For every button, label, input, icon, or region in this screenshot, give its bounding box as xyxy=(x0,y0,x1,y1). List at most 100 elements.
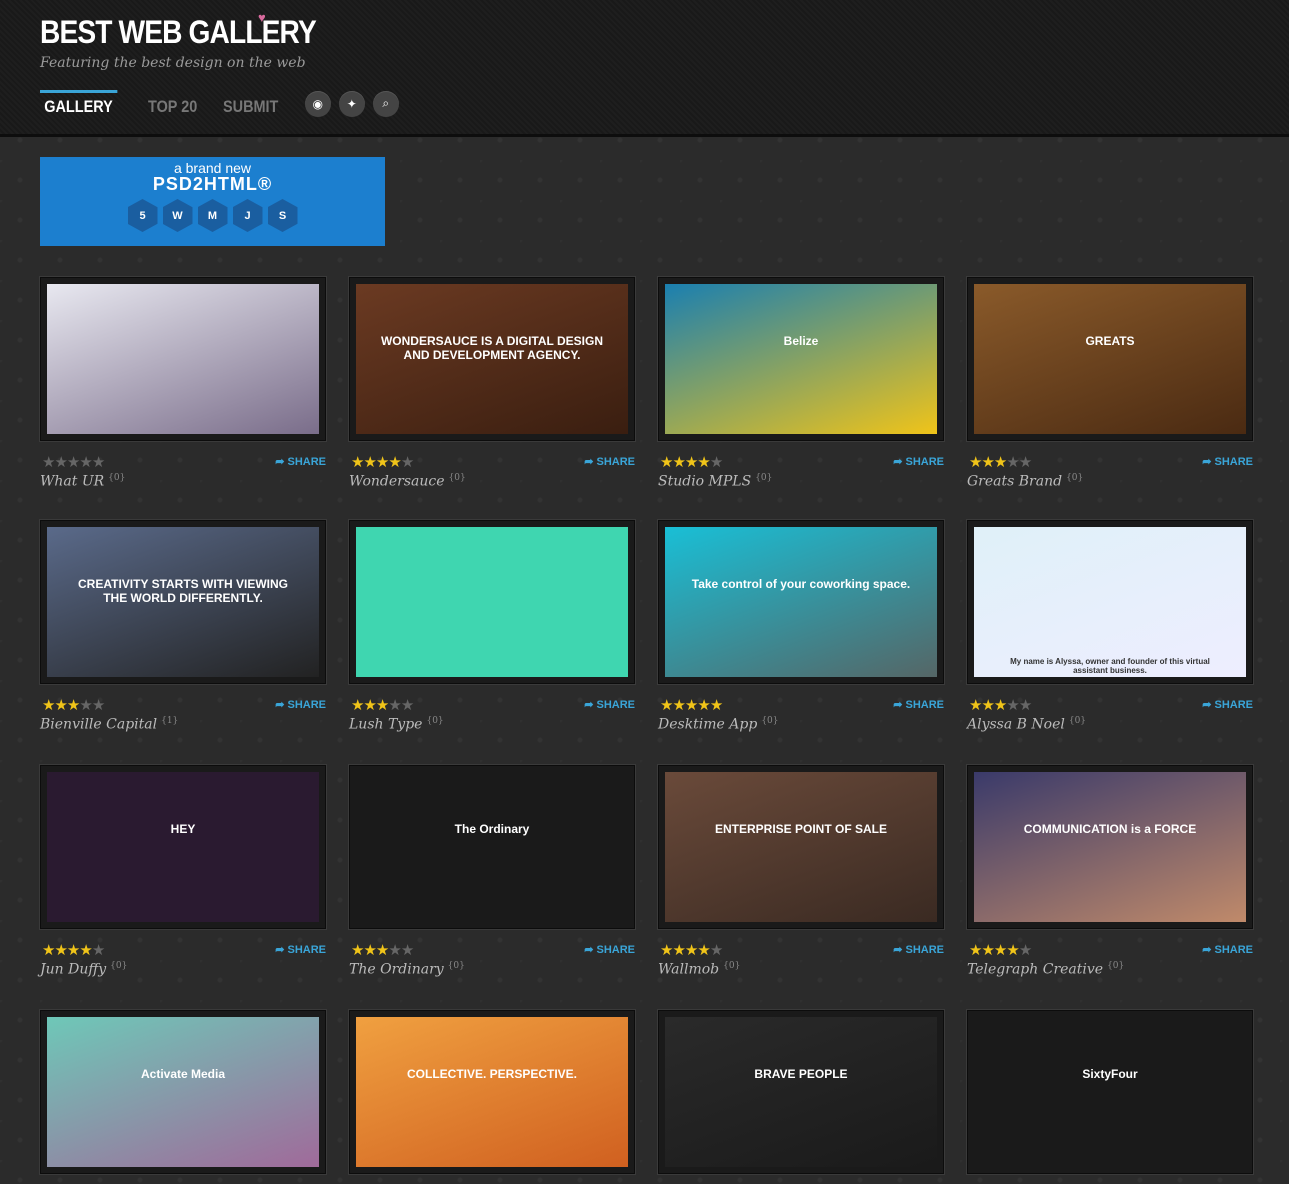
star-icon[interactable]: ★ xyxy=(981,942,994,959)
star-icon[interactable]: ★ xyxy=(363,454,376,471)
gallery-card[interactable]: CREATIVITY STARTS WITH VIEWING THE WORLD… xyxy=(40,520,326,733)
star-icon[interactable]: ★ xyxy=(42,454,55,471)
site-thumbnail[interactable]: COMMUNICATION is a FORCE xyxy=(974,772,1246,922)
site-thumbnail[interactable]: HEY xyxy=(47,772,319,922)
star-icon[interactable]: ★ xyxy=(710,697,723,714)
thumbnail-frame[interactable]: SixtyFour xyxy=(967,1010,1253,1174)
star-icon[interactable]: ★ xyxy=(969,697,982,714)
star-icon[interactable]: ★ xyxy=(401,942,414,959)
thumbnail-frame[interactable] xyxy=(349,520,635,684)
star-icon[interactable]: ★ xyxy=(351,697,364,714)
star-icon[interactable]: ★ xyxy=(92,697,105,714)
star-icon[interactable]: ★ xyxy=(660,697,673,714)
site-thumbnail[interactable]: COLLECTIVE. PERSPECTIVE. xyxy=(356,1017,628,1167)
star-icon[interactable]: ★ xyxy=(672,942,685,959)
site-thumbnail[interactable]: The Ordinary xyxy=(356,772,628,922)
star-icon[interactable]: ★ xyxy=(351,454,364,471)
star-icon[interactable]: ★ xyxy=(92,454,105,471)
gallery-card[interactable]: WONDERSAUCE IS A DIGITAL DESIGN AND DEVE… xyxy=(349,277,635,490)
star-icon[interactable]: ★ xyxy=(67,454,80,471)
star-icon[interactable]: ★ xyxy=(401,454,414,471)
thumbnail-frame[interactable]: COMMUNICATION is a FORCE xyxy=(967,765,1253,929)
star-icon[interactable]: ★ xyxy=(388,942,401,959)
site-thumbnail[interactable]: WONDERSAUCE IS A DIGITAL DESIGN AND DEVE… xyxy=(356,284,628,434)
thumbnail-frame[interactable]: BRAVE PEOPLE xyxy=(658,1010,944,1174)
star-icon[interactable]: ★ xyxy=(981,697,994,714)
gallery-card[interactable]: ENTERPRISE POINT OF SALE ★★★★★ ➦ SHARE Wall… xyxy=(658,765,944,978)
rating-stars[interactable]: ★★★★★ xyxy=(660,941,723,959)
star-icon[interactable]: ★ xyxy=(685,697,698,714)
gallery-card[interactable]: SixtyFour xyxy=(967,1010,1253,1174)
rss-icon[interactable]: ◉ xyxy=(304,90,331,117)
star-icon[interactable]: ★ xyxy=(672,454,685,471)
star-icon[interactable]: ★ xyxy=(42,697,55,714)
thumbnail-frame[interactable]: CREATIVITY STARTS WITH VIEWING THE WORLD… xyxy=(40,520,326,684)
star-icon[interactable]: ★ xyxy=(54,454,67,471)
star-icon[interactable]: ★ xyxy=(42,942,55,959)
site-thumbnail[interactable]: CREATIVITY STARTS WITH VIEWING THE WORLD… xyxy=(47,527,319,677)
thumbnail-frame[interactable]: ENTERPRISE POINT OF SALE xyxy=(658,765,944,929)
star-icon[interactable]: ★ xyxy=(376,942,389,959)
thumbnail-frame[interactable]: Take control of your coworking space. xyxy=(658,520,944,684)
gallery-card[interactable]: Belize ★★★★★ ➦ SHARE Studio MPLS {0} xyxy=(658,277,944,490)
site-thumbnail[interactable]: Activate Media xyxy=(47,1017,319,1167)
star-icon[interactable]: ★ xyxy=(1019,697,1032,714)
star-icon[interactable]: ★ xyxy=(994,454,1007,471)
rating-stars[interactable]: ★★★★★ xyxy=(42,941,105,959)
star-icon[interactable]: ★ xyxy=(363,697,376,714)
site-thumbnail[interactable] xyxy=(47,284,319,434)
gallery-card[interactable]: COLLECTIVE. PERSPECTIVE. xyxy=(349,1010,635,1174)
star-icon[interactable]: ★ xyxy=(697,697,710,714)
share-button[interactable]: ➦ SHARE xyxy=(1202,943,1253,956)
star-icon[interactable]: ★ xyxy=(54,697,67,714)
star-icon[interactable]: ★ xyxy=(1019,454,1032,471)
gallery-card[interactable]: BRAVE PEOPLE xyxy=(658,1010,944,1174)
site-thumbnail[interactable] xyxy=(356,527,628,677)
rating-stars[interactable]: ★★★★★ xyxy=(42,696,105,714)
share-button[interactable]: ➦ SHARE xyxy=(893,943,944,956)
gallery-card[interactable]: Activate Media xyxy=(40,1010,326,1174)
star-icon[interactable]: ★ xyxy=(672,697,685,714)
star-icon[interactable]: ★ xyxy=(92,942,105,959)
share-button[interactable]: ➦ SHARE xyxy=(1202,455,1253,468)
gallery-card[interactable]: Take control of your coworking space. ★★★… xyxy=(658,520,944,733)
star-icon[interactable]: ★ xyxy=(67,697,80,714)
site-logo[interactable]: BEST WEB GALLERY xyxy=(40,14,317,51)
star-icon[interactable]: ★ xyxy=(994,697,1007,714)
gallery-card[interactable]: GREATS ★★★★★ ➦ SHARE Greats Brand {0} xyxy=(967,277,1253,490)
thumbnail-frame[interactable]: WONDERSAUCE IS A DIGITAL DESIGN AND DEVE… xyxy=(349,277,635,441)
thumbnail-frame[interactable] xyxy=(40,277,326,441)
star-icon[interactable]: ★ xyxy=(1006,942,1019,959)
star-icon[interactable]: ★ xyxy=(1006,454,1019,471)
rating-stars[interactable]: ★★★★★ xyxy=(351,941,414,959)
gallery-card[interactable]: My name is Alyssa, owner and founder of … xyxy=(967,520,1253,733)
star-icon[interactable]: ★ xyxy=(685,942,698,959)
thumbnail-frame[interactable]: The Ordinary xyxy=(349,765,635,929)
rating-stars[interactable]: ★★★★★ xyxy=(42,453,105,471)
nav-submit[interactable]: SUBMIT xyxy=(223,91,278,117)
star-icon[interactable]: ★ xyxy=(710,454,723,471)
thumbnail-frame[interactable]: COLLECTIVE. PERSPECTIVE. xyxy=(349,1010,635,1174)
share-button[interactable]: ➦ SHARE xyxy=(584,698,635,711)
site-thumbnail[interactable]: GREATS xyxy=(974,284,1246,434)
site-thumbnail[interactable]: Take control of your coworking space. xyxy=(665,527,937,677)
search-icon[interactable]: ⌕ xyxy=(372,90,399,117)
share-button[interactable]: ➦ SHARE xyxy=(893,698,944,711)
gallery-card[interactable]: ★★★★★ ➦ SHARE What UR {0} xyxy=(40,277,326,490)
gallery-card[interactable]: HEY ★★★★★ ➦ SHARE Jun Duffy {0} xyxy=(40,765,326,978)
twitter-icon[interactable]: ✦ xyxy=(338,90,365,117)
site-thumbnail[interactable]: ENTERPRISE POINT OF SALE xyxy=(665,772,937,922)
star-icon[interactable]: ★ xyxy=(981,454,994,471)
share-button[interactable]: ➦ SHARE xyxy=(275,698,326,711)
star-icon[interactable]: ★ xyxy=(1019,942,1032,959)
star-icon[interactable]: ★ xyxy=(388,454,401,471)
thumbnail-frame[interactable]: HEY xyxy=(40,765,326,929)
share-button[interactable]: ➦ SHARE xyxy=(1202,698,1253,711)
share-button[interactable]: ➦ SHARE xyxy=(584,455,635,468)
star-icon[interactable]: ★ xyxy=(697,942,710,959)
star-icon[interactable]: ★ xyxy=(710,942,723,959)
star-icon[interactable]: ★ xyxy=(660,454,673,471)
thumbnail-frame[interactable]: My name is Alyssa, owner and founder of … xyxy=(967,520,1253,684)
gallery-card[interactable]: The Ordinary ★★★★★ ➦ SHARE The Ordinary {0} xyxy=(349,765,635,978)
star-icon[interactable]: ★ xyxy=(401,697,414,714)
